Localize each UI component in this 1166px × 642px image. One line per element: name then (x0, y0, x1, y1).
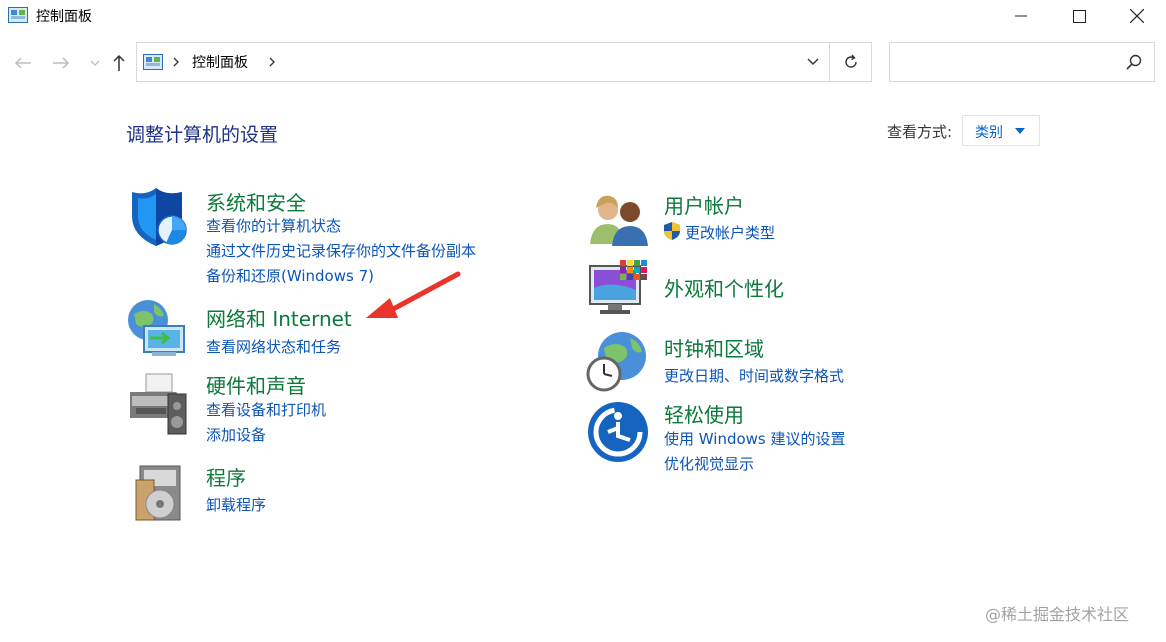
back-button[interactable] (12, 52, 34, 74)
printer-icon[interactable] (126, 372, 190, 436)
link-file-history-backup[interactable]: 通过文件历史记录保存你的文件备份副本 (206, 240, 476, 261)
link-change-account-type[interactable]: 更改帐户类型 (685, 222, 775, 243)
view-by-label: 查看方式: (887, 123, 953, 141)
control-panel-icon (8, 7, 28, 23)
monitor-icon[interactable] (586, 258, 650, 322)
link-backup-restore[interactable]: 备份和还原(Windows 7) (206, 265, 374, 286)
search-icon[interactable] (1126, 54, 1142, 70)
page-title: 调整计算机的设置 (126, 124, 279, 146)
view-by-value: 类别 (975, 125, 1003, 141)
category-title-clock-region[interactable]: 时钟和区域 (664, 333, 764, 362)
view-by-dropdown[interactable]: 类别 (962, 115, 1040, 146)
link-view-computer-status[interactable]: 查看你的计算机状态 (206, 215, 341, 236)
category-title-user-accounts[interactable]: 用户帐户 (664, 190, 744, 219)
users-icon[interactable] (586, 186, 650, 250)
refresh-button[interactable] (830, 43, 871, 81)
address-bar[interactable]: 控制面板 (136, 42, 872, 82)
category-title-programs[interactable]: 程序 (206, 462, 246, 491)
chevron-down-icon (807, 58, 819, 65)
annotation-arrow-icon (366, 271, 461, 318)
network-icon[interactable] (126, 298, 190, 362)
forward-arrow-icon (53, 57, 70, 69)
search-input[interactable] (889, 42, 1155, 82)
clock-globe-icon[interactable] (586, 330, 650, 394)
watermark: @稀土掘金技术社区 (985, 605, 1130, 624)
category-title-system-security[interactable]: 系统和安全 (206, 187, 306, 216)
category-title-hardware-sound[interactable]: 硬件和声音 (206, 370, 306, 399)
refresh-icon (844, 54, 857, 68)
programs-icon[interactable] (126, 462, 190, 526)
maximize-button[interactable] (1050, 0, 1108, 32)
navigation-bar: 控制面板 (0, 42, 1166, 84)
link-optimize-visual-display[interactable]: 优化视觉显示 (664, 453, 754, 474)
link-view-network-status[interactable]: 查看网络状态和任务 (206, 336, 341, 357)
chevron-right-icon[interactable] (173, 57, 179, 67)
recent-locations-button[interactable] (84, 52, 106, 74)
window-title: 控制面板 (36, 9, 92, 25)
link-change-date-time-format[interactable]: 更改日期、时间或数字格式 (664, 365, 844, 386)
breadcrumb-control-panel[interactable]: 控制面板 (192, 52, 248, 72)
control-panel-icon (143, 54, 163, 70)
minimize-icon (1015, 15, 1027, 17)
category-title-appearance[interactable]: 外观和个性化 (664, 273, 784, 302)
close-button[interactable] (1108, 0, 1166, 32)
category-title-ease-of-access[interactable]: 轻松使用 (664, 399, 744, 428)
shield-icon[interactable] (126, 186, 190, 250)
link-uninstall-program[interactable]: 卸载程序 (206, 494, 266, 515)
close-icon (1130, 9, 1144, 23)
maximize-icon (1072, 9, 1086, 23)
up-arrow-icon (113, 54, 125, 71)
address-history-button[interactable] (797, 43, 829, 81)
title-bar: 控制面板 (0, 0, 1166, 32)
caret-down-icon (1015, 128, 1025, 134)
link-use-recommended-settings[interactable]: 使用 Windows 建议的设置 (664, 428, 846, 449)
link-view-devices-printers[interactable]: 查看设备和打印机 (206, 399, 326, 420)
chevron-right-icon[interactable] (269, 57, 275, 67)
link-add-device[interactable]: 添加设备 (206, 424, 266, 445)
category-title-network-internet[interactable]: 网络和 Internet (206, 303, 352, 332)
forward-button[interactable] (50, 52, 72, 74)
ease-of-access-icon[interactable] (586, 400, 650, 464)
up-button[interactable] (108, 52, 130, 74)
back-arrow-icon (14, 57, 31, 69)
minimize-button[interactable] (992, 0, 1050, 32)
chevron-down-icon (90, 60, 100, 66)
uac-shield-icon (664, 222, 680, 240)
